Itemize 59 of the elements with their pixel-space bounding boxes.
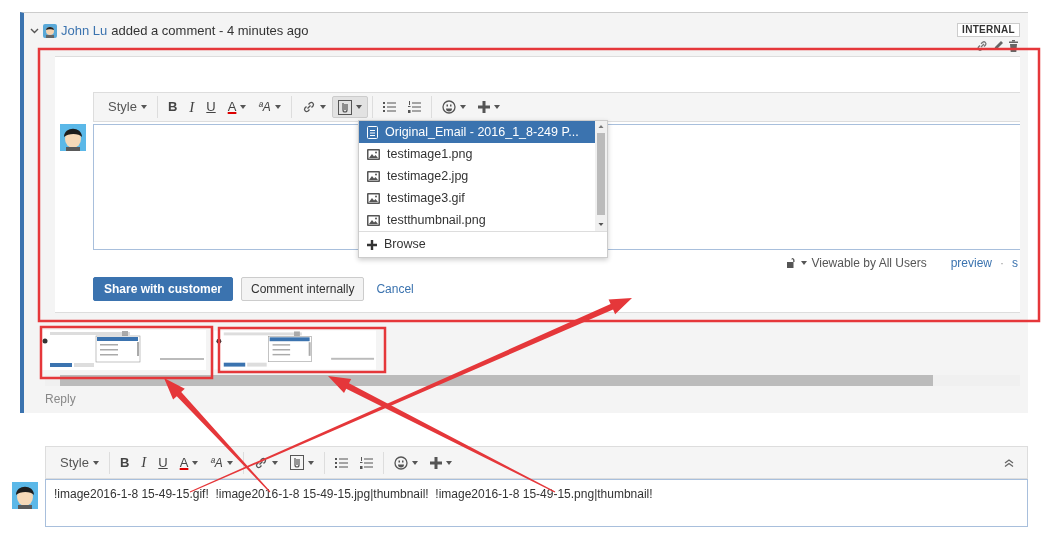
cancel-link[interactable]: Cancel: [372, 280, 418, 298]
avatar-icon: [43, 24, 57, 38]
attachment-option[interactable]: testthumbnail.png: [359, 209, 595, 231]
attachment-button[interactable]: [331, 96, 368, 118]
image-icon: [367, 192, 380, 204]
separator-dot: ·: [1000, 255, 1004, 272]
visibility-dropdown[interactable]: Viewable by All Users: [787, 254, 927, 272]
text-color-button[interactable]: A: [221, 96, 253, 118]
numbered-list-icon: [359, 456, 373, 469]
bold-button[interactable]: B: [161, 96, 184, 118]
collapse-icon[interactable]: [1004, 458, 1014, 467]
comment-internally-button[interactable]: Comment internally: [241, 277, 365, 301]
avatar: [60, 124, 86, 151]
attachment-option[interactable]: testimage1.png: [359, 143, 595, 165]
link-icon: [253, 455, 268, 470]
share-button[interactable]: Share with customer: [93, 277, 234, 301]
bullet-list-icon: [382, 101, 396, 113]
image-icon: [367, 148, 380, 160]
internal-label: INTERNAL: [957, 23, 1020, 37]
style-dropdown[interactable]: Style: [54, 451, 105, 474]
bullet-list-icon: [334, 456, 348, 469]
chevron-icon[interactable]: [30, 28, 39, 34]
italic-button[interactable]: I: [135, 451, 153, 474]
smiley-icon: [441, 100, 456, 114]
style-dropdown[interactable]: Style: [102, 96, 153, 118]
numbered-list-icon: [407, 101, 421, 113]
link-icon: [301, 100, 316, 114]
document-icon: [367, 125, 378, 139]
comment-meta: added a comment - 4 minutes ago: [111, 22, 309, 41]
help-link[interactable]: s: [1012, 254, 1018, 272]
preview-link[interactable]: preview: [950, 254, 992, 272]
trash-icon[interactable]: [1008, 40, 1019, 52]
smiley-icon: [393, 455, 408, 470]
text-size-button[interactable]: ªA: [252, 96, 287, 118]
text-color-button[interactable]: A: [173, 451, 205, 474]
plus-icon: [477, 101, 490, 113]
thumbnail-drawing[interactable]: [40, 330, 206, 370]
paperclip-icon: [289, 455, 304, 470]
bold-button[interactable]: B: [113, 451, 136, 474]
unlock-icon: [787, 257, 798, 269]
underline-button[interactable]: U: [200, 96, 222, 118]
plus-icon: [367, 239, 377, 250]
link-icon[interactable]: [976, 40, 988, 52]
plus-icon: [429, 456, 442, 469]
caret-icon: [801, 261, 808, 265]
thumbnail-drawing[interactable]: [214, 330, 376, 370]
attachment-option[interactable]: Original_Email - 2016_1_8-249 P...: [359, 121, 595, 143]
attachment-option[interactable]: testimage2.jpg: [359, 165, 595, 187]
attachment-option[interactable]: testimage3.gif: [359, 187, 595, 209]
image-icon: [367, 214, 380, 226]
menu-scrollbar[interactable]: [595, 121, 607, 231]
italic-button[interactable]: I: [183, 96, 201, 118]
author-link[interactable]: John Lu: [61, 21, 108, 41]
paperclip-icon: [337, 99, 352, 115]
underline-button[interactable]: U: [152, 451, 174, 474]
image-icon: [367, 170, 380, 182]
avatar: [12, 482, 38, 509]
comment-field[interactable]: !image2016-1-8 15-49-15.gif! !image2016-1-8 15-49-15.jpg|thumbnail! !image2016-1-8 15-49-15.png|thumbnail!: [45, 479, 1028, 527]
browse-option[interactable]: Browse: [359, 231, 607, 257]
